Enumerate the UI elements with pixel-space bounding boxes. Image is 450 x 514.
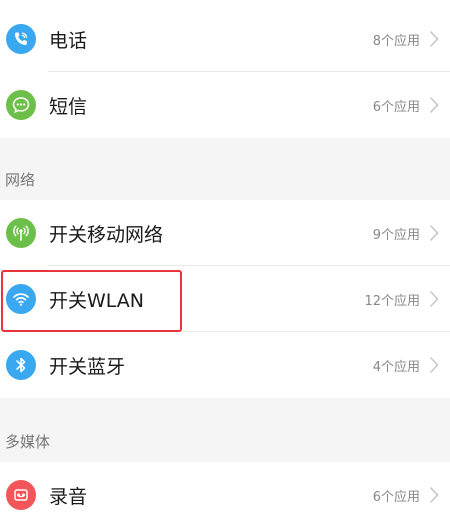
chevron-right-icon — [428, 355, 440, 375]
list-item-sms[interactable]: 短信 6个应用 — [0, 72, 450, 138]
app-count: 6个应用 — [372, 99, 420, 115]
chevron-right-icon — [428, 485, 440, 505]
chevron-right-icon — [428, 29, 440, 49]
message-icon — [6, 90, 36, 120]
list-item-label: 开关移动网络 — [49, 223, 164, 246]
bluetooth-icon — [6, 350, 36, 380]
chevron-right-icon — [428, 223, 440, 243]
list-item-label: 短信 — [49, 95, 88, 118]
highlight-annotation-box — [1, 270, 182, 332]
list-item-bluetooth[interactable]: 开关蓝牙 4个应用 — [0, 332, 450, 398]
recorder-icon — [6, 480, 36, 510]
section-header-media: 多媒体 — [0, 398, 450, 462]
section-title: 多媒体 — [5, 433, 51, 451]
signal-icon — [6, 218, 36, 248]
list-item-recorder[interactable]: 录音 6个应用 — [0, 462, 450, 514]
permission-settings-page: 电话 8个应用 短信 6个应用 网络 开关移动网络 9个应用 开关WLAN 12… — [0, 0, 450, 514]
section-header-network: 网络 — [0, 138, 450, 200]
list-item-label: 电话 — [49, 29, 88, 52]
section-title: 网络 — [5, 171, 36, 189]
phone-icon — [6, 24, 36, 54]
chevron-right-icon — [428, 289, 440, 309]
list-item-phone[interactable]: 电话 8个应用 — [0, 6, 450, 72]
list-item-label: 录音 — [49, 485, 88, 508]
app-count: 9个应用 — [372, 227, 420, 243]
list-item-label: 开关蓝牙 — [49, 355, 126, 378]
list-item-mobile-data[interactable]: 开关移动网络 9个应用 — [0, 200, 450, 266]
chevron-right-icon — [428, 95, 440, 115]
app-count: 4个应用 — [372, 359, 420, 375]
app-count: 6个应用 — [372, 489, 420, 505]
app-count: 8个应用 — [372, 33, 420, 49]
app-count: 12个应用 — [364, 293, 420, 309]
